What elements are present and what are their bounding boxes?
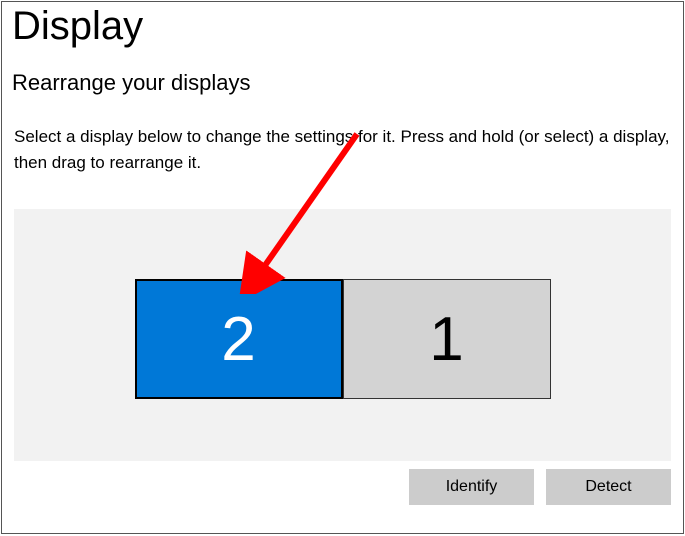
display-arrangement-area[interactable]: 2 1 xyxy=(14,209,671,461)
display-settings-panel: Display Rearrange your displays Select a… xyxy=(1,1,684,534)
page-title: Display xyxy=(2,2,683,48)
section-description: Select a display below to change the set… xyxy=(2,96,683,175)
display-label: 1 xyxy=(429,304,463,375)
identify-button[interactable]: Identify xyxy=(409,469,534,505)
display-label: 2 xyxy=(221,304,255,375)
button-row: Identify Detect xyxy=(2,461,683,505)
section-title: Rearrange your displays xyxy=(2,48,683,96)
display-box-1[interactable]: 1 xyxy=(343,279,551,399)
display-box-2[interactable]: 2 xyxy=(135,279,343,399)
detect-button[interactable]: Detect xyxy=(546,469,671,505)
displays-wrapper: 2 1 xyxy=(135,279,551,399)
